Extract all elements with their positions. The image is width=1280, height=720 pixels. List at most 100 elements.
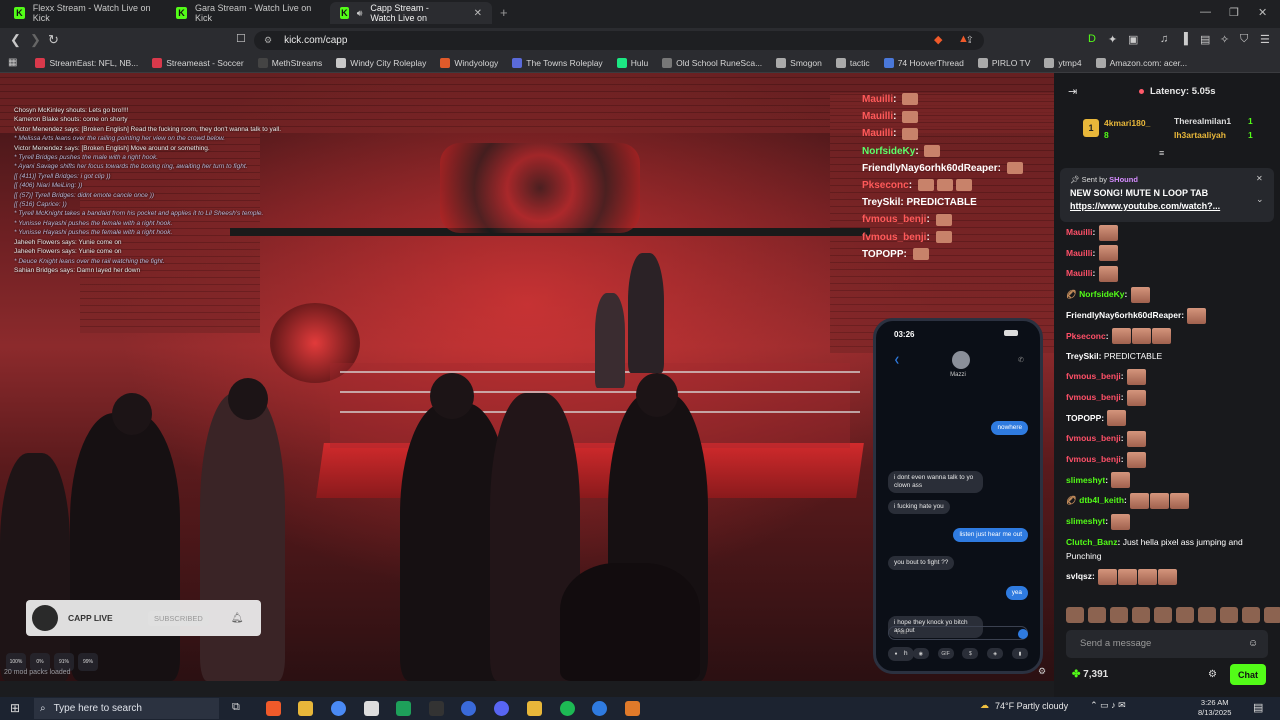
bookmark-item[interactable]: Windy City Roleplay [336, 57, 426, 68]
chat-username[interactable]: Mauilli [1066, 248, 1092, 258]
site-settings-icon[interactable]: ⚙ [264, 35, 272, 46]
apps-grid-icon[interactable]: ▦ [8, 57, 17, 68]
chat-username[interactable]: fvmous_benji [1066, 454, 1121, 464]
chat-username[interactable]: TOPOPP [1066, 413, 1101, 423]
chat-message[interactable]: TOPOPP: [1066, 408, 1276, 429]
notifications-icon[interactable]: ▤ [1253, 701, 1263, 714]
emote-button[interactable] [1132, 607, 1150, 623]
spotify-icon[interactable] [560, 701, 575, 716]
chat-message[interactable]: fvmous_benji: [1066, 387, 1276, 408]
audio-playing-icon[interactable]: 🔊︎ [357, 8, 363, 19]
chat-username[interactable]: fvmous_benji [1066, 433, 1121, 443]
discord-icon[interactable] [494, 701, 509, 716]
channel-points[interactable]: ✤ 7,391 [1072, 669, 1108, 680]
weather-text[interactable]: 74°F Partly cloudy [995, 701, 1068, 711]
gifter-name[interactable]: Therealmilan1 [1174, 116, 1231, 126]
chat-username[interactable]: NorfsideKy [1079, 289, 1124, 299]
collapse-chat-icon[interactable]: ⇥ [1068, 85, 1077, 98]
chat-username[interactable]: Clutch_Banz [1066, 537, 1117, 547]
chat-message[interactable]: Pkseconc: [1066, 326, 1276, 347]
bookmark-item[interactable]: Smogon [776, 57, 822, 68]
bookmark-item[interactable]: ytmp4 [1044, 57, 1082, 68]
chat-message[interactable]: Mauilli: [1066, 243, 1276, 264]
close-tab-icon[interactable]: ✕ [474, 8, 482, 19]
weather-icon[interactable]: ☁ [980, 700, 989, 711]
bookmark-item[interactable]: Hulu [616, 57, 648, 68]
chat-message[interactable]: slimeshyt: [1066, 470, 1276, 491]
bookmark-item[interactable]: PIRLO TV [977, 57, 1030, 68]
unpin-icon[interactable]: ✕ [1256, 174, 1263, 183]
chat-message[interactable]: Clutch_Banz: Just hella pixel ass jumpin… [1066, 535, 1276, 563]
chat-username[interactable]: Pkseconc [1066, 331, 1106, 341]
brave-browser-icon[interactable] [266, 701, 281, 716]
emote-button[interactable] [1264, 607, 1280, 623]
taskbar-search[interactable]: ⌕ Type here to search [34, 698, 219, 719]
chat-username[interactable]: Mauilli [1066, 268, 1092, 278]
address-bar[interactable]: ⚙ kick.com/capp ⇪ [254, 31, 984, 50]
emote-button[interactable] [1198, 607, 1216, 623]
app-icon[interactable] [592, 701, 607, 716]
app-icon[interactable] [527, 701, 542, 716]
windows-start-icon[interactable]: ⊞ [10, 701, 20, 715]
tab-gara-stream[interactable]: K Gara Stream - Watch Live on Kick [166, 2, 330, 24]
chat-message[interactable]: svlqsz: [1066, 566, 1276, 587]
emote-button[interactable] [1220, 607, 1238, 623]
bookmark-item[interactable]: Old School RuneSca... [662, 57, 762, 68]
brave-shields-icon[interactable]: ◆ [934, 33, 942, 46]
chat-username[interactable]: svlqsz [1066, 571, 1092, 581]
chat-username[interactable]: TreySkil [1066, 351, 1099, 361]
media-controls-icon[interactable]: ♫ [1160, 33, 1168, 45]
chat-message[interactable]: 🏈︎ dtb4l_keith: [1066, 490, 1276, 511]
send-message-input[interactable]: Send a message [1066, 630, 1268, 658]
bookmark-item[interactable]: Streameast - Soccer [152, 57, 244, 68]
chat-message[interactable]: Mauilli: [1066, 222, 1276, 243]
sidebar-icon[interactable]: ▐ [1180, 33, 1188, 45]
pinned-link[interactable]: https://www.youtube.com/watch?... [1070, 201, 1245, 211]
emote-button[interactable] [1088, 607, 1106, 623]
forward-icon[interactable]: ❯ [30, 32, 41, 48]
chat-username[interactable]: FriendlyNay6orhk60dReaper [1066, 310, 1181, 320]
bookmark-item[interactable]: The Towns Roleplay [512, 57, 603, 68]
chat-message[interactable]: fvmous_benji: [1066, 428, 1276, 449]
chat-username[interactable]: fvmous_benji [1066, 392, 1121, 402]
back-icon[interactable]: ❮ [10, 32, 21, 48]
chat-send-button[interactable]: Chat [1230, 664, 1266, 685]
extension-puzzle-icon[interactable]: ✦ [1108, 33, 1117, 46]
expand-pinned-icon[interactable]: ⌄ [1256, 194, 1264, 205]
chat-username[interactable]: Mauilli [1066, 227, 1092, 237]
emote-button[interactable] [1176, 607, 1194, 623]
emoji-picker-icon[interactable]: ☺ [1248, 638, 1258, 649]
task-view-icon[interactable]: ⧉ [232, 701, 247, 716]
bookmark-item[interactable]: 74 HooverThread [883, 57, 964, 68]
bookmark-icon[interactable]: ☐ [236, 32, 246, 45]
tray-icons[interactable]: ⌃ ▭ ♪ ✉ [1090, 700, 1126, 711]
chat-message[interactable]: FriendlyNay6orhk60dReaper: [1066, 305, 1276, 326]
chat-message[interactable]: fvmous_benji: [1066, 449, 1276, 470]
bookmark-item[interactable]: StreamEast: NFL, NB... [35, 57, 138, 68]
minimize-button[interactable]: — [1200, 6, 1211, 18]
chat-message[interactable]: slimeshyt: [1066, 511, 1276, 532]
restore-button[interactable]: ❐ [1229, 6, 1239, 19]
app-icon[interactable] [625, 701, 640, 716]
menu-icon[interactable]: ☰ [1260, 33, 1270, 46]
vpn-icon[interactable]: ⛉ [1240, 33, 1248, 46]
taskbar-clock[interactable]: 3:26 AM 8/13/2025 [1198, 698, 1231, 718]
extension-d-icon[interactable]: D [1088, 33, 1096, 45]
bookmark-item[interactable]: Windyology [440, 57, 498, 68]
brave-rewards-icon[interactable]: ▲ [958, 33, 969, 45]
chrome-icon[interactable] [331, 701, 346, 716]
chat-username[interactable]: slimeshyt [1066, 475, 1105, 485]
chat-settings-icon[interactable]: ⚙ [1208, 669, 1217, 680]
tab-flexx-stream[interactable]: K Flexx Stream - Watch Live on Kick [4, 2, 166, 24]
gifter-name[interactable]: Ih3artaaliyah [1174, 130, 1226, 140]
chat-username[interactable]: fvmous_benji [1066, 371, 1121, 381]
player-settings-icon[interactable]: ⚙ [1038, 666, 1046, 677]
chat-username[interactable]: dtb4l_keith [1079, 495, 1124, 505]
bookmark-item[interactable]: MethStreams [257, 57, 322, 68]
app-icon[interactable] [461, 701, 476, 716]
capcut-icon[interactable] [429, 701, 444, 716]
emote-button[interactable] [1242, 607, 1260, 623]
video-player[interactable]: Chosyn McKinley shouts: Lets go bro!!!! K… [0, 73, 1054, 681]
emote-button[interactable] [1066, 607, 1084, 623]
screenshot-icon[interactable]: ▣ [1128, 33, 1138, 46]
